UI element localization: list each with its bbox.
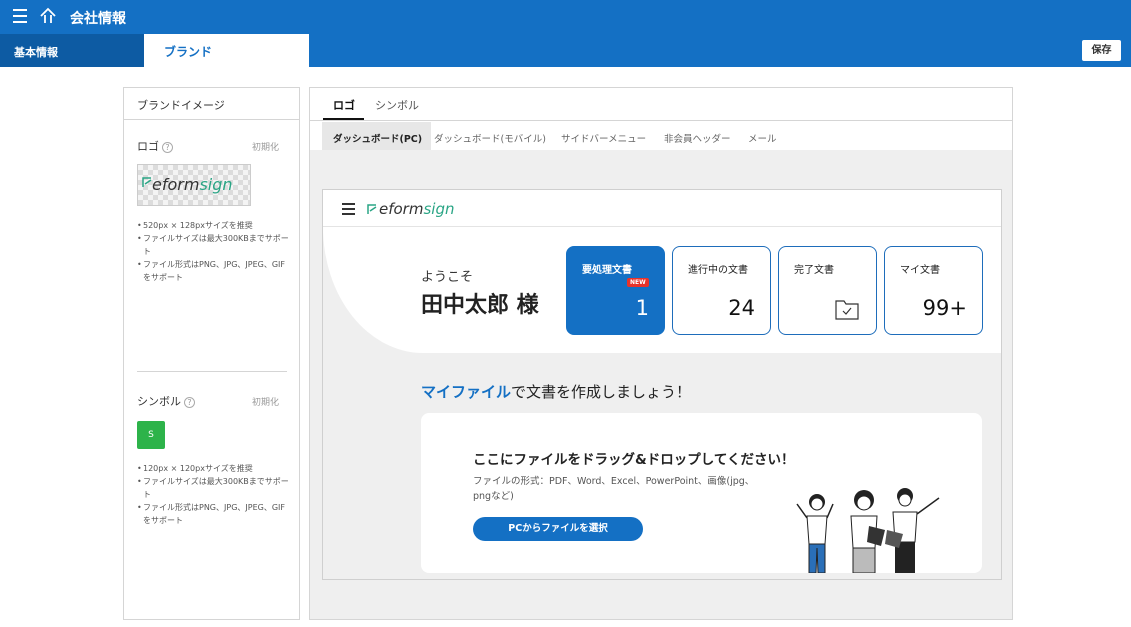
card-my-docs: マイ文書 99+ bbox=[884, 246, 983, 335]
preview-panel: ロゴ シンボル ダッシュボード(PC) ダッシュボード(モバイル) サイドバーメ… bbox=[309, 87, 1013, 620]
preview-tabs: ロゴ シンボル bbox=[310, 88, 1012, 121]
subtab-guest-header[interactable]: 非会員ヘッダー bbox=[664, 122, 731, 150]
preview-sub-tabs: ダッシュボード(PC) ダッシュボード(モバイル) サイドバーメニュー 非会員ヘ… bbox=[310, 122, 1012, 150]
card-value: 1 bbox=[635, 296, 649, 320]
folder-check-icon bbox=[835, 300, 859, 320]
tab-logo[interactable]: ロゴ bbox=[333, 97, 355, 113]
home-icon[interactable] bbox=[39, 7, 57, 25]
tab-symbol[interactable]: シンボル bbox=[375, 97, 419, 113]
card-pending-docs: 要処理文書 NEW 1 bbox=[566, 246, 665, 335]
file-drop-zone: ここにファイルをドラッグ&ドロップしてください！ ファイルの形式：PDF、Wor… bbox=[421, 413, 982, 573]
tab-bar: 基本情報 ブランド 保存 bbox=[0, 34, 1131, 67]
eformsign-logo-mark-icon bbox=[367, 204, 377, 214]
preview-header: eformsign bbox=[323, 190, 1001, 227]
card-completed-docs: 完了文書 bbox=[778, 246, 877, 335]
section-divider bbox=[137, 371, 287, 372]
card-label: 要処理文書 bbox=[582, 265, 632, 276]
card-label: マイ文書 bbox=[900, 265, 940, 276]
active-tab-indicator bbox=[323, 118, 364, 120]
note-item: 520px × 128pxサイズを推奨 bbox=[137, 219, 292, 232]
top-bar: 会社情報 bbox=[0, 0, 1131, 34]
subtab-email[interactable]: メール bbox=[748, 122, 777, 150]
username: 田中太郎 様 bbox=[421, 293, 539, 318]
logo-upload-box[interactable]: eformsign bbox=[137, 164, 251, 206]
logo-label: ロゴ bbox=[137, 140, 159, 153]
save-button[interactable]: 保存 bbox=[1082, 40, 1121, 61]
card-in-progress-docs: 進行中の文書 24 bbox=[672, 246, 771, 335]
new-badge: NEW bbox=[627, 278, 649, 287]
panel-title: ブランドイメージ bbox=[124, 88, 299, 120]
dashboard-preview: eformsign ようこそ 田中太郎 様 要処理文書 NEW 1 進行中の文書… bbox=[322, 189, 1002, 580]
hamburger-menu-icon bbox=[342, 203, 355, 218]
brand-image-panel: ブランドイメージ ロゴ? 初期化 eformsign 520px × 128px… bbox=[123, 87, 300, 620]
help-icon[interactable]: ? bbox=[184, 396, 195, 408]
logo-notes: 520px × 128pxサイズを推奨 ファイルサイズは最大300KBまでサポー… bbox=[137, 219, 292, 284]
logo-reset-link[interactable]: 初期化 bbox=[252, 140, 279, 153]
help-icon[interactable]: ? bbox=[162, 141, 173, 153]
welcome-text: ようこそ bbox=[421, 270, 474, 285]
card-value: 24 bbox=[728, 296, 755, 320]
symbol-reset-link[interactable]: 初期化 bbox=[252, 395, 279, 408]
symbol-label: シンボル bbox=[137, 395, 181, 408]
subtab-dashboard-pc[interactable]: ダッシュボード(PC) bbox=[322, 122, 432, 150]
note-item: ファイル形式はPNG、JPG、JPEG、GIFをサポート bbox=[137, 501, 292, 527]
select-file-button: PCからファイルを選択 bbox=[473, 517, 643, 541]
drop-formats: ファイルの形式：PDF、Word、Excel、PowerPoint、画像(jpg… bbox=[473, 476, 755, 502]
symbol-upload-box[interactable]: S bbox=[137, 421, 165, 449]
note-item: ファイル形式はPNG、JPG、JPEG、GIFをサポート bbox=[137, 258, 292, 284]
tab-brand[interactable]: ブランド bbox=[144, 34, 309, 67]
note-item: ファイルサイズは最大300KBまでサポート bbox=[137, 232, 292, 258]
symbol-notes: 120px × 120pxサイズを推奨 ファイルサイズは最大300KBまでサポー… bbox=[137, 462, 292, 527]
note-item: 120px × 120pxサイズを推奨 bbox=[137, 462, 292, 475]
people-illustration bbox=[796, 488, 940, 573]
page-title: 会社情報 bbox=[70, 11, 126, 27]
preview-logo: eformsign bbox=[379, 200, 455, 218]
logo-image: eformsign bbox=[152, 175, 233, 194]
logo-section-label: ロゴ? bbox=[137, 138, 173, 154]
card-label: 進行中の文書 bbox=[688, 265, 748, 276]
hamburger-menu-icon[interactable] bbox=[13, 9, 27, 23]
drop-title: ここにファイルをドラッグ&ドロップしてください！ bbox=[473, 452, 795, 468]
myfile-prompt: マイファイルで文書を作成しましょう！ bbox=[421, 383, 692, 401]
preview-area: eformsign ようこそ 田中太郎 様 要処理文書 NEW 1 進行中の文書… bbox=[310, 150, 1012, 619]
card-value: 99+ bbox=[922, 296, 967, 320]
card-label: 完了文書 bbox=[794, 265, 834, 276]
note-item: ファイルサイズは最大300KBまでサポート bbox=[137, 475, 292, 501]
subtab-dashboard-mobile[interactable]: ダッシュボード(モバイル) bbox=[434, 122, 546, 150]
symbol-section-label: シンボル? bbox=[137, 393, 195, 409]
subtab-sidebar-menu[interactable]: サイドバーメニュー bbox=[561, 122, 646, 150]
tab-basic-info[interactable]: 基本情報 bbox=[0, 34, 144, 67]
